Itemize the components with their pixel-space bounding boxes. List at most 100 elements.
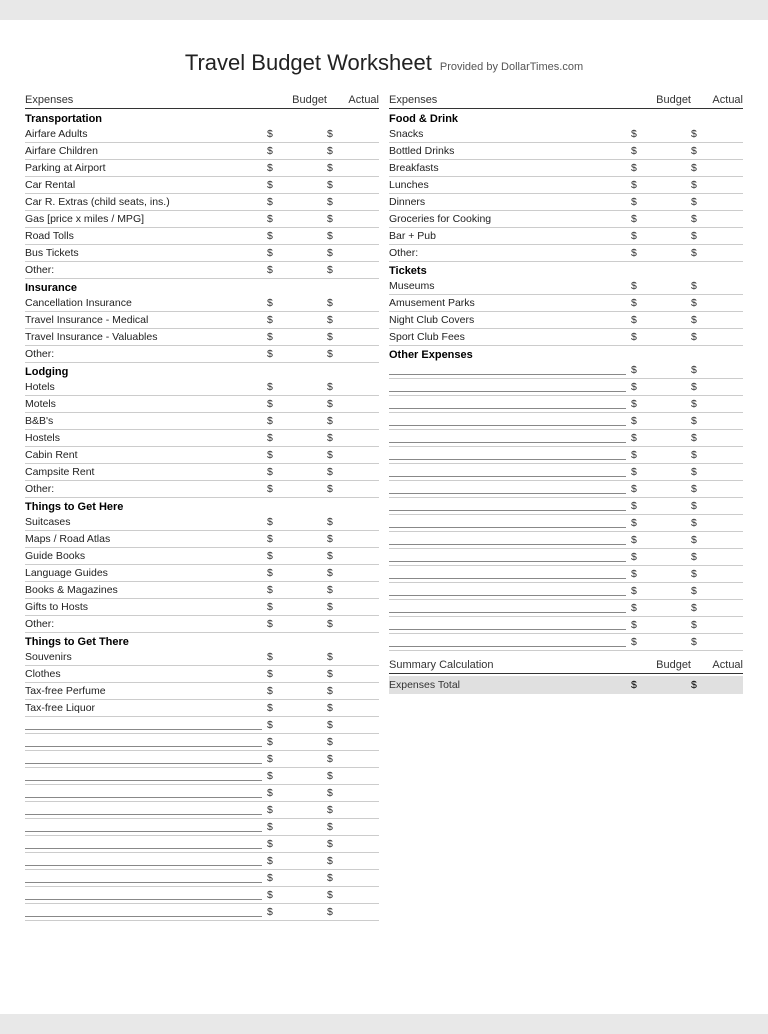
- table-row: Dinners$$: [389, 194, 743, 211]
- section-things-get-here: Things to Get Here: [25, 501, 379, 513]
- table-row: Tax-free Perfume$$: [25, 683, 379, 700]
- main-title: Travel Budget Worksheet: [185, 50, 432, 76]
- empty-row: $$: [389, 430, 743, 447]
- table-row: Car Rental$$: [25, 177, 379, 194]
- table-row: Groceries for Cooking$$: [389, 211, 743, 228]
- table-row: Other:$$: [25, 346, 379, 363]
- left-budget-label: Budget: [275, 94, 327, 106]
- section-tickets: Tickets: [389, 265, 743, 277]
- table-row: Guide Books$$: [25, 548, 379, 565]
- table-row: Parking at Airport$$: [25, 160, 379, 177]
- table-row: Airfare Children$$: [25, 143, 379, 160]
- empty-row: $$: [389, 413, 743, 430]
- table-row: Other:$$: [25, 481, 379, 498]
- empty-row: $$: [389, 498, 743, 515]
- empty-row: $$: [25, 734, 379, 751]
- empty-row: $$: [389, 464, 743, 481]
- subtitle: Provided by DollarTimes.com: [440, 61, 583, 73]
- empty-row: $$: [389, 515, 743, 532]
- table-row: Clothes$$: [25, 666, 379, 683]
- table-row: Sport Club Fees$$: [389, 329, 743, 346]
- empty-row: $$: [389, 600, 743, 617]
- right-expenses-label: Expenses: [389, 94, 639, 106]
- right-column: Expenses Budget Actual Food & Drink Snac…: [389, 94, 743, 921]
- table-row: Other:$$: [25, 616, 379, 633]
- summary-header: Summary Calculation Budget Actual: [389, 659, 743, 674]
- table-row: Motels$$: [25, 396, 379, 413]
- empty-row: $$: [389, 396, 743, 413]
- summary-budget-label: Budget: [639, 659, 691, 671]
- empty-row: $$: [389, 583, 743, 600]
- section-lodging: Lodging: [25, 366, 379, 378]
- table-row: Museums$$: [389, 278, 743, 295]
- expenses-total-row: Expenses Total $ $: [389, 676, 743, 694]
- summary-label: Summary Calculation: [389, 659, 639, 671]
- right-actual-label: Actual: [691, 94, 743, 106]
- empty-row: $$: [389, 634, 743, 651]
- table-row: Cancellation Insurance$$: [25, 295, 379, 312]
- empty-row: $$: [389, 447, 743, 464]
- table-row: Tax-free Liquor$$: [25, 700, 379, 717]
- section-insurance: Insurance: [25, 282, 379, 294]
- empty-row: $$: [389, 549, 743, 566]
- table-row: Gifts to Hosts$$: [25, 599, 379, 616]
- table-row: Souvenirs$$: [25, 649, 379, 666]
- table-row: Breakfasts$$: [389, 160, 743, 177]
- table-row: Other:$$: [25, 262, 379, 279]
- columns: Expenses Budget Actual Transportation Ai…: [25, 94, 743, 921]
- table-row: Bar + Pub$$: [389, 228, 743, 245]
- left-col-header: Expenses Budget Actual: [25, 94, 379, 109]
- expenses-total-budget-dollar: $: [631, 679, 641, 691]
- empty-row: $$: [25, 785, 379, 802]
- empty-row: $$: [25, 870, 379, 887]
- empty-row: $$: [389, 532, 743, 549]
- page: Travel Budget Worksheet Provided by Doll…: [0, 20, 768, 1014]
- table-row: Books & Magazines$$: [25, 582, 379, 599]
- empty-row: $$: [389, 566, 743, 583]
- table-row: Bus Tickets$$: [25, 245, 379, 262]
- section-food-drink: Food & Drink: [389, 113, 743, 125]
- title-row: Travel Budget Worksheet Provided by Doll…: [25, 50, 743, 76]
- section-transportation: Transportation: [25, 113, 379, 125]
- empty-row: $$: [25, 853, 379, 870]
- table-row: Hotels$$: [25, 379, 379, 396]
- table-row: Maps / Road Atlas$$: [25, 531, 379, 548]
- table-row: Travel Insurance - Valuables$$: [25, 329, 379, 346]
- summary-actual-label: Actual: [691, 659, 743, 671]
- empty-row: $$: [389, 379, 743, 396]
- table-row: Cabin Rent$$: [25, 447, 379, 464]
- empty-row: $$: [389, 481, 743, 498]
- table-row: Amusement Parks$$: [389, 295, 743, 312]
- left-expenses-label: Expenses: [25, 94, 275, 106]
- right-col-header: Expenses Budget Actual: [389, 94, 743, 109]
- table-row: Lunches$$: [389, 177, 743, 194]
- expenses-total-label: Expenses Total: [389, 679, 631, 691]
- empty-row: $$: [389, 617, 743, 634]
- table-row: B&B's$$: [25, 413, 379, 430]
- table-row: Language Guides$$: [25, 565, 379, 582]
- table-row: Travel Insurance - Medical$$: [25, 312, 379, 329]
- empty-row: $$: [25, 802, 379, 819]
- table-row: Road Tolls$$: [25, 228, 379, 245]
- left-actual-label: Actual: [327, 94, 379, 106]
- table-row: Car R. Extras (child seats, ins.)$$: [25, 194, 379, 211]
- table-row: Snacks$$: [389, 126, 743, 143]
- empty-row: $$: [25, 819, 379, 836]
- table-row: Bottled Drinks$$: [389, 143, 743, 160]
- expenses-total-actual-dollar: $: [691, 679, 701, 691]
- table-row: Other:$$: [389, 245, 743, 262]
- summary-section: Summary Calculation Budget Actual Expens…: [389, 659, 743, 694]
- section-other-expenses: Other Expenses: [389, 349, 743, 361]
- empty-row: $$: [25, 717, 379, 734]
- empty-row: $$: [25, 768, 379, 785]
- table-row: Gas [price x miles / MPG]$$: [25, 211, 379, 228]
- section-things-get-there: Things to Get There: [25, 636, 379, 648]
- table-row: Airfare Adults$$: [25, 126, 379, 143]
- table-row: Campsite Rent$$: [25, 464, 379, 481]
- empty-row: $$: [25, 836, 379, 853]
- empty-row: $$: [25, 887, 379, 904]
- right-budget-label: Budget: [639, 94, 691, 106]
- empty-row: $$: [389, 362, 743, 379]
- left-column: Expenses Budget Actual Transportation Ai…: [25, 94, 379, 921]
- table-row: Hostels$$: [25, 430, 379, 447]
